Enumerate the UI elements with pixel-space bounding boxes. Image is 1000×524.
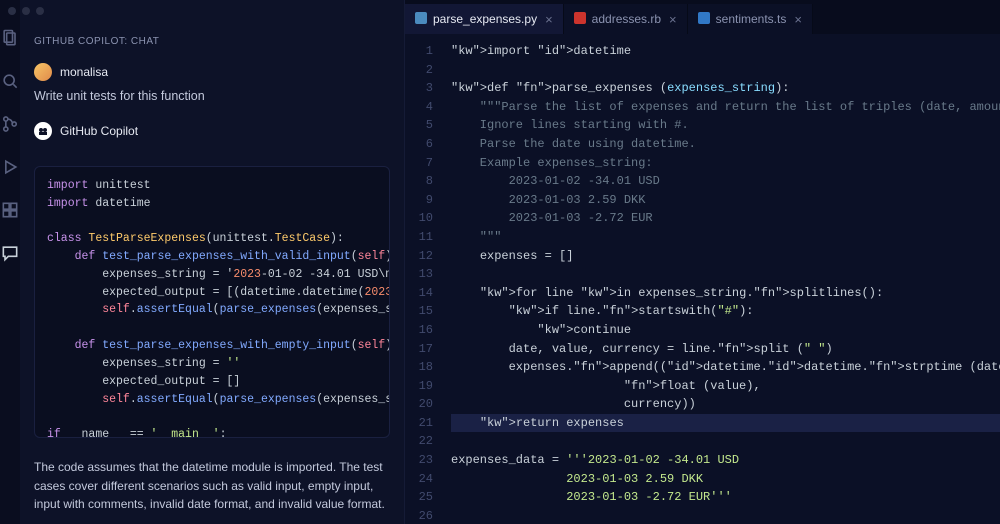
chat-code-block[interactable]: import unittest import datetime class Te… — [34, 166, 390, 438]
editor-tabs: parse_expenses.py × addresses.rb × senti… — [405, 0, 1000, 34]
activity-bar — [0, 0, 20, 524]
window-titlebar — [0, 0, 44, 22]
explorer-icon[interactable] — [0, 28, 20, 53]
code-lines[interactable]: "kw">import "id">datetime "kw">def "fn">… — [443, 34, 1000, 524]
user-avatar — [34, 63, 52, 81]
editor-area: parse_expenses.py × addresses.rb × senti… — [405, 0, 1000, 524]
extensions-icon[interactable] — [0, 200, 20, 225]
traffic-light-min[interactable] — [22, 7, 30, 15]
python-file-icon — [415, 12, 427, 27]
tab-sentiments-ts[interactable]: sentiments.ts × — [688, 4, 813, 34]
bot-message: GitHub Copilot — [20, 116, 404, 156]
close-icon[interactable]: × — [794, 12, 802, 27]
line-gutter: 1234567891011121314151617181920212223242… — [405, 34, 443, 524]
copilot-chat-panel: GITHUB COPILOT: CHAT monalisa Write unit… — [20, 0, 405, 524]
user-message: monalisa Write unit tests for this funct… — [20, 57, 404, 116]
bot-summary-text: The code assumes that the datetime modul… — [20, 448, 404, 524]
user-message-text: Write unit tests for this function — [34, 87, 390, 106]
tab-label: sentiments.ts — [716, 12, 787, 26]
traffic-light-max[interactable] — [36, 7, 44, 15]
chat-icon[interactable] — [0, 243, 20, 268]
close-icon[interactable]: × — [545, 12, 553, 27]
source-control-icon[interactable] — [0, 114, 20, 139]
user-name: monalisa — [60, 65, 108, 79]
run-debug-icon[interactable] — [0, 157, 20, 182]
search-icon[interactable] — [0, 71, 20, 96]
copilot-avatar — [34, 122, 52, 140]
tab-label: addresses.rb — [592, 12, 661, 26]
bot-name: GitHub Copilot — [60, 124, 138, 138]
tab-label: parse_expenses.py — [433, 12, 537, 26]
ruby-file-icon — [574, 12, 586, 27]
tab-addresses-rb[interactable]: addresses.rb × — [564, 4, 688, 34]
close-icon[interactable]: × — [669, 12, 677, 27]
traffic-light-close[interactable] — [8, 7, 16, 15]
code-editor[interactable]: 1234567891011121314151617181920212223242… — [405, 34, 1000, 524]
panel-title: GITHUB COPILOT: CHAT — [20, 26, 404, 57]
tab-parse_expenses-py[interactable]: parse_expenses.py × — [405, 4, 564, 34]
ts-file-icon — [698, 12, 710, 27]
